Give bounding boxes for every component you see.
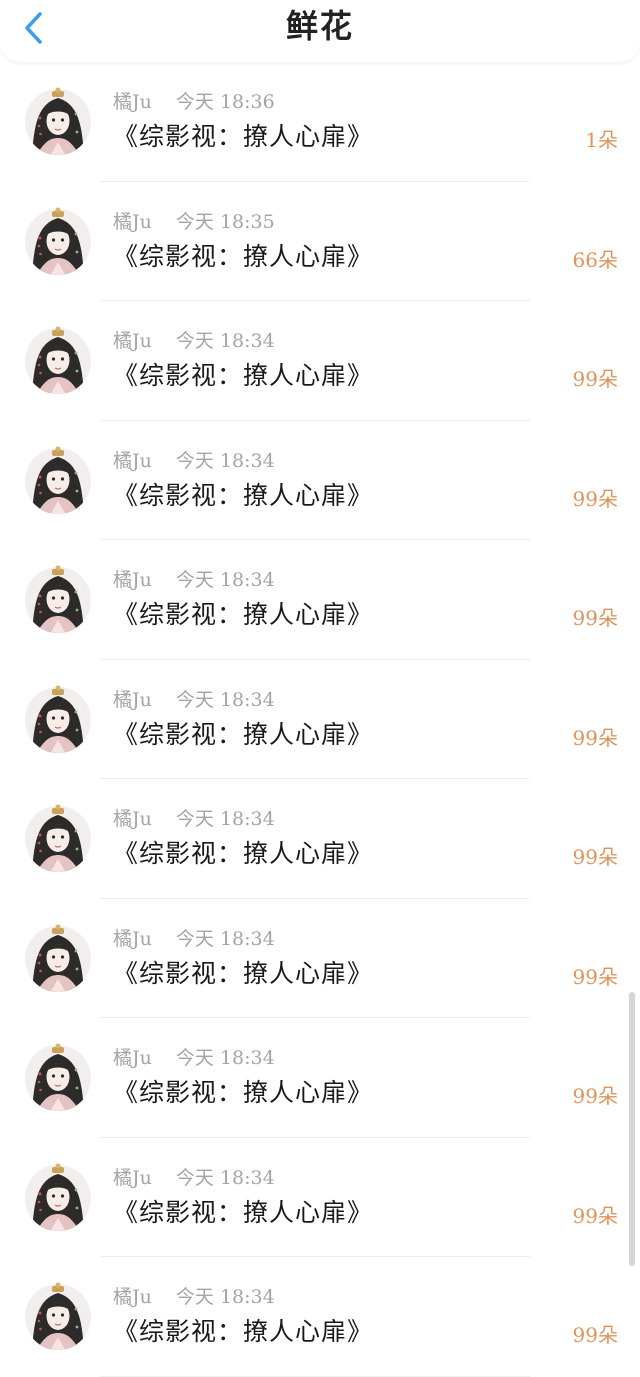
timestamp: 今天 18:34 xyxy=(175,1047,275,1069)
avatar xyxy=(24,323,92,395)
record-meta: 橘Ju 今天 18:34 xyxy=(113,807,275,831)
top-bar: 鲜花 xyxy=(0,0,640,62)
record-meta: 橘Ju 今天 18:34 xyxy=(113,329,275,353)
flowers-page: 鲜花 橘Ju 今天 18:36 《综影视：撩人心扉》 1朵 橘Ju 今天 18:… xyxy=(0,0,640,1377)
username: 橘Ju xyxy=(113,330,152,352)
timestamp: 今天 18:34 xyxy=(175,449,275,472)
flower-count: 99朵 xyxy=(572,606,618,630)
flower-count: 99朵 xyxy=(572,367,618,391)
flower-record-row[interactable]: 橘Ju 今天 18:34 《综影视：撩人心扉》 99朵 xyxy=(0,1138,640,1258)
flower-count: 99朵 xyxy=(572,964,618,989)
book-title: 《综影视：撩人心扉》 xyxy=(113,600,374,629)
timestamp: 今天 18:34 xyxy=(175,688,275,711)
timestamp: 今天 18:36 xyxy=(175,91,275,113)
scrollbar[interactable] xyxy=(629,992,635,1266)
record-meta: 橘Ju 今天 18:34 xyxy=(113,927,275,951)
flower-count: 1朵 xyxy=(585,128,618,152)
record-meta: 橘Ju 今天 18:34 xyxy=(113,1285,275,1309)
record-meta: 橘Ju 今天 18:34 xyxy=(113,688,275,712)
flower-record-row[interactable]: 橘Ju 今天 18:34 《综影视：撩人心扉》 99朵 xyxy=(0,421,640,541)
username: 橘Ju xyxy=(113,1047,152,1069)
timestamp: 今天 18:34 xyxy=(175,1286,275,1308)
flower-count: 66朵 xyxy=(572,247,618,272)
username: 橘Ju xyxy=(113,808,152,830)
flower-count: 99朵 xyxy=(572,845,618,869)
username: 橘Ju xyxy=(113,1286,152,1308)
username: 橘Ju xyxy=(113,91,152,113)
flower-count: 99朵 xyxy=(572,725,618,750)
avatar xyxy=(24,562,92,634)
book-title: 《综影视：撩人心扉》 xyxy=(113,122,374,151)
flower-record-row[interactable]: 橘Ju 今天 18:34 《综影视：撩人心扉》 99朵 xyxy=(0,1018,640,1138)
username: 橘Ju xyxy=(113,1166,152,1189)
book-title: 《综影视：撩人心扉》 xyxy=(113,361,374,390)
book-title: 《综影视：撩人心扉》 xyxy=(113,1078,374,1107)
flower-record-row[interactable]: 橘Ju 今天 18:34 《综影视：撩人心扉》 99朵 xyxy=(0,899,640,1019)
timestamp: 今天 18:34 xyxy=(175,569,275,591)
username: 橘Ju xyxy=(113,569,152,591)
flower-record-row[interactable]: 橘Ju 今天 18:34 《综影视：撩人心扉》 99朵 xyxy=(0,1257,640,1377)
avatar xyxy=(24,443,92,515)
avatar xyxy=(24,1279,92,1351)
timestamp: 今天 18:34 xyxy=(175,927,275,950)
record-meta: 橘Ju 今天 18:34 xyxy=(113,1166,275,1190)
book-title: 《综影视：撩人心扉》 xyxy=(113,1317,374,1346)
flower-count: 99朵 xyxy=(572,1084,618,1108)
avatar xyxy=(24,801,92,873)
book-title: 《综影视：撩人心扉》 xyxy=(113,839,374,868)
timestamp: 今天 18:34 xyxy=(175,330,275,352)
flower-record-row[interactable]: 橘Ju 今天 18:34 《综影视：撩人心扉》 99朵 xyxy=(0,660,640,780)
flower-count: 99朵 xyxy=(572,486,618,511)
avatar xyxy=(24,682,92,754)
record-meta: 橘Ju 今天 18:35 xyxy=(113,210,275,234)
flower-count: 99朵 xyxy=(572,1203,618,1228)
flower-record-row[interactable]: 橘Ju 今天 18:36 《综影视：撩人心扉》 1朵 xyxy=(0,62,640,182)
flower-count: 99朵 xyxy=(572,1323,618,1347)
record-meta: 橘Ju 今天 18:34 xyxy=(113,1046,275,1070)
book-title: 《综影视：撩人心扉》 xyxy=(113,719,374,749)
username: 橘Ju xyxy=(113,688,152,711)
page-title: 鲜花 xyxy=(285,7,354,45)
avatar xyxy=(24,921,92,993)
username: 橘Ju xyxy=(113,449,152,472)
timestamp: 今天 18:34 xyxy=(175,808,275,830)
book-title: 《综影视：撩人心扉》 xyxy=(113,480,374,510)
timestamp: 今天 18:34 xyxy=(175,1166,275,1189)
record-meta: 橘Ju 今天 18:34 xyxy=(113,568,275,592)
record-meta: 橘Ju 今天 18:34 xyxy=(113,449,275,473)
avatar xyxy=(24,1160,92,1232)
flower-record-row[interactable]: 橘Ju 今天 18:34 《综影视：撩人心扉》 99朵 xyxy=(0,779,640,899)
record-meta: 橘Ju 今天 18:36 xyxy=(113,90,275,114)
flower-record-row[interactable]: 橘Ju 今天 18:34 《综影视：撩人心扉》 99朵 xyxy=(0,301,640,421)
book-title: 《综影视：撩人心扉》 xyxy=(113,958,374,988)
book-title: 《综影视：撩人心扉》 xyxy=(113,1197,374,1227)
avatar xyxy=(24,204,92,276)
timestamp: 今天 18:35 xyxy=(175,210,275,233)
username: 橘Ju xyxy=(113,927,152,950)
flower-record-row[interactable]: 橘Ju 今天 18:34 《综影视：撩人心扉》 99朵 xyxy=(0,540,640,660)
username: 橘Ju xyxy=(113,210,152,233)
flower-record-row[interactable]: 橘Ju 今天 18:35 《综影视：撩人心扉》 66朵 xyxy=(0,182,640,302)
flower-record-list: 橘Ju 今天 18:36 《综影视：撩人心扉》 1朵 橘Ju 今天 18:35 … xyxy=(0,62,640,1377)
book-title: 《综影视：撩人心扉》 xyxy=(113,241,374,271)
avatar xyxy=(24,84,92,156)
avatar xyxy=(24,1040,92,1112)
